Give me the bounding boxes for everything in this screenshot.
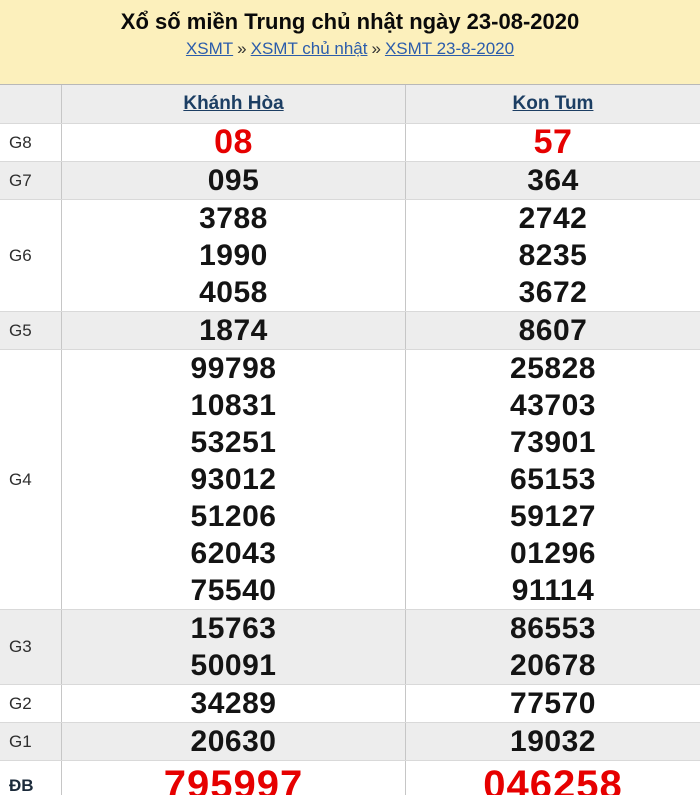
prize-values-kon-tum: 046258 <box>406 761 700 795</box>
prize-label: G8 <box>0 124 62 161</box>
results-table: Khánh Hòa Kon Tum G80857G7095364G6378819… <box>0 84 700 795</box>
prize-number: 50091 <box>62 647 405 684</box>
prize-label: G5 <box>0 312 62 349</box>
breadcrumb-link-xsmt-date[interactable]: XSMT 23-8-2020 <box>385 39 514 58</box>
prize-number: 51206 <box>62 498 405 535</box>
prize-number: 4058 <box>62 274 405 311</box>
prize-values-khanh-hoa: 095 <box>62 162 406 199</box>
breadcrumb-link-xsmt[interactable]: XSMT <box>186 39 233 58</box>
prize-number: 73901 <box>406 424 700 461</box>
prize-values-khanh-hoa: 1874 <box>62 312 406 349</box>
prize-number: 046258 <box>406 761 700 795</box>
prize-number: 93012 <box>62 461 405 498</box>
prize-number: 2742 <box>406 200 700 237</box>
prize-values-kon-tum: 19032 <box>406 723 700 760</box>
prize-values-kon-tum: 274282353672 <box>406 200 700 311</box>
results-rows: G80857G7095364G6378819904058274282353672… <box>0 124 700 795</box>
prize-label: G3 <box>0 610 62 684</box>
prize-values-khanh-hoa: 795997 <box>62 761 406 795</box>
breadcrumb-link-xsmt-chu-nhat[interactable]: XSMT chủ nhật <box>251 39 368 58</box>
prize-number: 34289 <box>62 685 405 722</box>
prize-number: 59127 <box>406 498 700 535</box>
prize-label: G1 <box>0 723 62 760</box>
prize-number: 19032 <box>406 723 700 760</box>
prize-row-G2: G23428977570 <box>0 685 700 723</box>
prize-number: 25828 <box>406 350 700 387</box>
prize-number: 3788 <box>62 200 405 237</box>
prize-row-G8: G80857 <box>0 124 700 162</box>
prize-values-kon-tum: 77570 <box>406 685 700 722</box>
prize-values-khanh-hoa: 1576350091 <box>62 610 406 684</box>
prize-values-khanh-hoa: 378819904058 <box>62 200 406 311</box>
province-link-kon-tum[interactable]: Kon Tum <box>513 93 594 114</box>
page-header: Xổ số miền Trung chủ nhật ngày 23-08-202… <box>0 0 700 84</box>
prize-number: 53251 <box>62 424 405 461</box>
prize-number: 1990 <box>62 237 405 274</box>
province-link-khanh-hoa[interactable]: Khánh Hòa <box>183 93 283 114</box>
prize-row-ĐB: ĐB795997046258 <box>0 761 700 795</box>
prize-number: 43703 <box>406 387 700 424</box>
prize-row-G7: G7095364 <box>0 162 700 200</box>
prize-number: 91114 <box>406 572 700 609</box>
prize-row-G3: G315763500918655320678 <box>0 610 700 685</box>
prize-number: 08 <box>62 124 405 161</box>
page-title: Xổ số miền Trung chủ nhật ngày 23-08-202… <box>0 9 700 35</box>
prize-row-G6: G6378819904058274282353672 <box>0 200 700 312</box>
prize-number: 20678 <box>406 647 700 684</box>
prize-number: 86553 <box>406 610 700 647</box>
prize-number: 65153 <box>406 461 700 498</box>
prize-number: 15763 <box>62 610 405 647</box>
prize-label: G4 <box>0 350 62 609</box>
breadcrumb: XSMT»XSMT chủ nhật»XSMT 23-8-2020 <box>0 38 700 60</box>
prize-number: 01296 <box>406 535 700 572</box>
prize-number: 795997 <box>62 761 405 795</box>
table-header-row: Khánh Hòa Kon Tum <box>0 85 700 124</box>
prize-number: 364 <box>406 162 700 199</box>
prize-values-khanh-hoa: 08 <box>62 124 406 161</box>
prize-number: 20630 <box>62 723 405 760</box>
prize-row-G5: G518748607 <box>0 312 700 350</box>
prize-values-kon-tum: 8607 <box>406 312 700 349</box>
corner-cell <box>0 85 62 123</box>
prize-number: 77570 <box>406 685 700 722</box>
prize-label: G2 <box>0 685 62 722</box>
lottery-results-page: Xổ số miền Trung chủ nhật ngày 23-08-202… <box>0 0 700 795</box>
prize-values-kon-tum: 8655320678 <box>406 610 700 684</box>
prize-number: 8235 <box>406 237 700 274</box>
prize-label: G7 <box>0 162 62 199</box>
prize-number: 3672 <box>406 274 700 311</box>
column-header-kon-tum: Kon Tum <box>406 85 700 123</box>
prize-number: 10831 <box>62 387 405 424</box>
prize-row-G4: G499798108315325193012512066204375540258… <box>0 350 700 610</box>
prize-values-kon-tum: 364 <box>406 162 700 199</box>
prize-row-G1: G12063019032 <box>0 723 700 761</box>
prize-number: 1874 <box>62 312 405 349</box>
prize-label: ĐB <box>0 761 62 795</box>
prize-values-kon-tum: 25828437037390165153591270129691114 <box>406 350 700 609</box>
prize-values-khanh-hoa: 99798108315325193012512066204375540 <box>62 350 406 609</box>
prize-values-khanh-hoa: 34289 <box>62 685 406 722</box>
column-header-khanh-hoa: Khánh Hòa <box>62 85 406 123</box>
breadcrumb-separator: » <box>233 39 250 58</box>
prize-label: G6 <box>0 200 62 311</box>
prize-values-khanh-hoa: 20630 <box>62 723 406 760</box>
prize-number: 8607 <box>406 312 700 349</box>
prize-values-kon-tum: 57 <box>406 124 700 161</box>
prize-number: 62043 <box>62 535 405 572</box>
prize-number: 75540 <box>62 572 405 609</box>
prize-number: 095 <box>62 162 405 199</box>
prize-number: 57 <box>406 124 700 161</box>
breadcrumb-separator: » <box>367 39 384 58</box>
prize-number: 99798 <box>62 350 405 387</box>
